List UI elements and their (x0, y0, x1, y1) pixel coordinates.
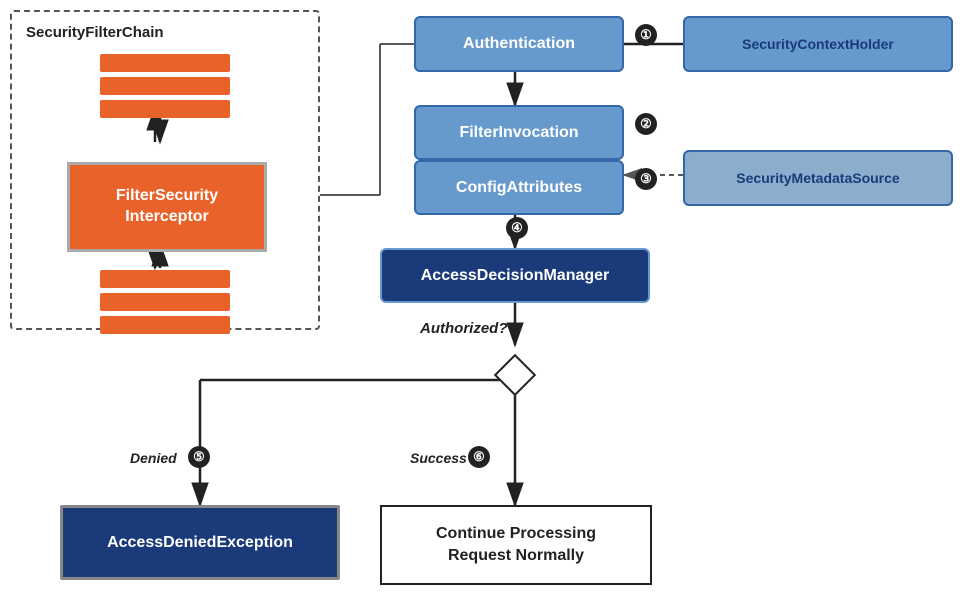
step-2-circle: ② (635, 113, 657, 135)
filter-invocation-box: FilterInvocation (414, 105, 624, 160)
authentication-label: Authentication (463, 35, 575, 53)
continue-processing-box: Continue ProcessingRequest Normally (380, 505, 652, 585)
continue-processing-label: Continue ProcessingRequest Normally (436, 523, 596, 568)
filter-bar-2 (100, 77, 230, 95)
access-denied-exception-label: AccessDeniedException (107, 534, 293, 552)
filter-bar-5 (100, 293, 230, 311)
security-context-holder-label: SecurityContextHolder (742, 36, 894, 52)
access-decision-manager-box: AccessDecisionManager (380, 248, 650, 303)
security-metadata-source-label: SecurityMetadataSource (736, 170, 899, 186)
filter-bar-4 (100, 270, 230, 288)
denied-label: Denied (130, 450, 177, 466)
authentication-box: Authentication (414, 16, 624, 72)
filter-chain-box: SecurityFilterChain FilterSecurityInterc… (10, 10, 320, 330)
filter-security-interceptor-box: FilterSecurityInterceptor (67, 162, 267, 252)
filter-bar-6 (100, 316, 230, 334)
config-attributes-box: ConfigAttributes (414, 160, 624, 215)
access-denied-exception-box: AccessDeniedException (60, 505, 340, 580)
step-6-circle: ⑥ (468, 446, 490, 468)
authorized-question-label: Authorized? (420, 320, 508, 337)
success-label: Success (410, 450, 467, 466)
step-5-circle: ⑤ (188, 446, 210, 468)
step-1-circle: ① (635, 24, 657, 46)
access-decision-manager-label: AccessDecisionManager (421, 267, 610, 285)
filter-bars-top (100, 54, 230, 118)
step-3-circle: ③ (635, 168, 657, 190)
filter-chain-label: SecurityFilterChain (26, 24, 164, 41)
filter-bar-1 (100, 54, 230, 72)
step-4-circle: ④ (506, 217, 528, 239)
filter-bar-3 (100, 100, 230, 118)
filter-security-interceptor-label: FilterSecurityInterceptor (116, 186, 218, 228)
filter-invocation-label: FilterInvocation (459, 124, 578, 142)
filter-bars-bottom (100, 270, 230, 334)
config-attributes-label: ConfigAttributes (456, 179, 582, 197)
decision-diamond (494, 354, 536, 396)
security-context-holder-box: SecurityContextHolder (683, 16, 953, 72)
diagram-container: SecurityFilterChain FilterSecurityInterc… (0, 0, 972, 593)
security-metadata-source-box: SecurityMetadataSource (683, 150, 953, 206)
